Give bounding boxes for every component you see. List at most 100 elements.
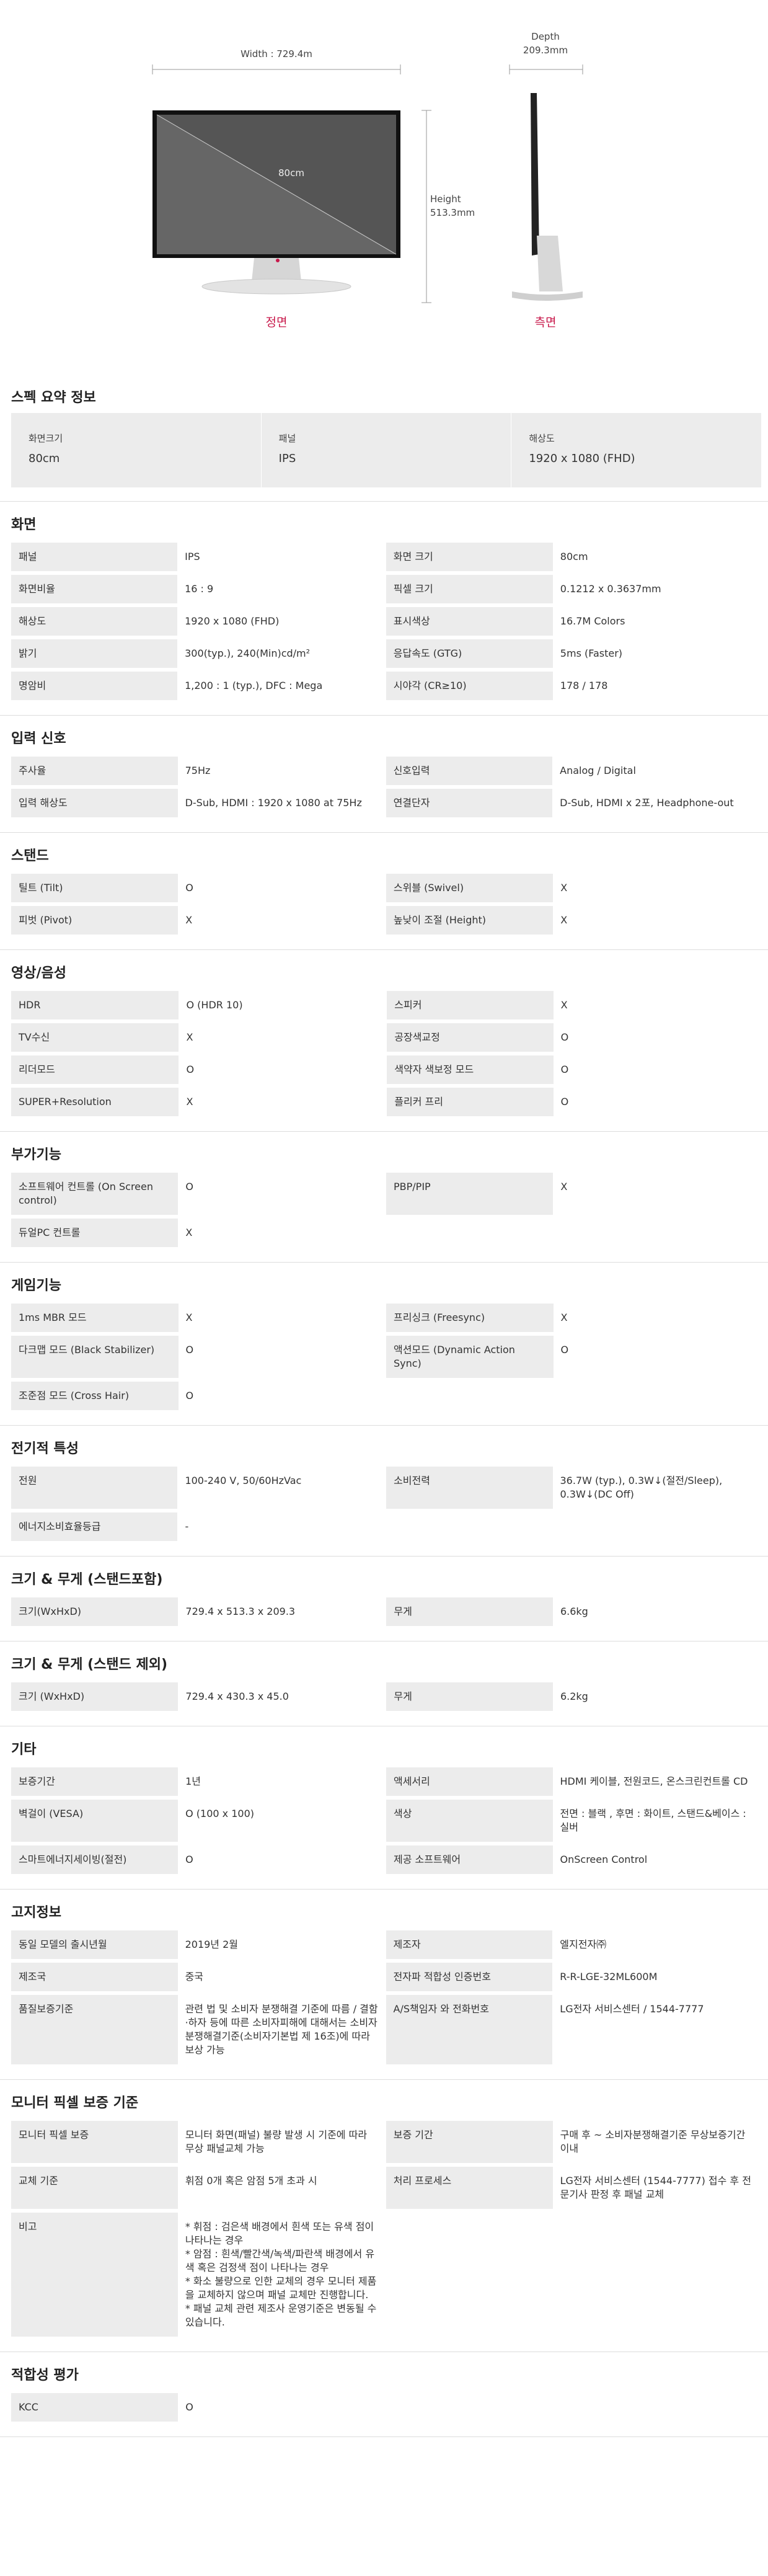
spec-key: 리더모드: [11, 1055, 179, 1084]
spec-value: X: [179, 1088, 387, 1116]
spec-key: 교체 기준: [11, 2167, 178, 2209]
spec-table: 보증기간 1년 액세서리 HDMI 케이블, 전원코드, 온스크린컨트롤 CD 벽걸이 …: [11, 1764, 761, 1878]
spec-key: 보증기간: [11, 1767, 179, 1796]
spec-key: 신호입력: [386, 757, 553, 785]
spec-page: Width : 729.4m Depth 209.3mm 80cm Height…: [0, 0, 768, 2576]
table-row: 듀얼PC 컨트롤 X: [11, 1219, 761, 1247]
spec-value: OnScreen Control: [552, 1845, 761, 1874]
spec-value: D-Sub, HDMI x 2포, Headphone-out: [552, 789, 761, 817]
spec-key: TV수신: [11, 1023, 179, 1052]
spec-value: O: [553, 1023, 761, 1052]
spec-value: 300(typ.), 240(Min)cd/m²: [177, 639, 386, 668]
spec-key: 입력 해상도: [11, 789, 178, 817]
spec-key: 다크맵 모드 (Black Stabilizer): [11, 1336, 179, 1378]
table-row: 동일 모델의 출시년월 2019년 2월 제조자 엘지전자㈜: [11, 1930, 761, 1959]
spec-value: O (HDR 10): [179, 991, 387, 1019]
spec-value: 6.6kg: [552, 1597, 761, 1626]
spec-key: 표시색상: [386, 607, 553, 636]
section-title: 영상/음성: [11, 966, 66, 981]
spec-value: -: [177, 1512, 387, 1541]
spec-key: HDR: [11, 991, 179, 1019]
spec-key: 밝기: [11, 639, 178, 668]
spec-key: A/S책임자 와 전화번호: [386, 1995, 553, 2064]
spec-value: 휘점 0개 혹은 암점 5개 초과 시: [177, 2167, 386, 2209]
section-title: 스탠드: [11, 848, 49, 864]
table-row: 크기(WxHxD) 729.4 x 513.3 x 209.3 무게 6.6kg: [11, 1597, 761, 1626]
spec-table: HDR O (HDR 10) 스피커 X TV수신 X 공장색교정 O 리더모드 O 색약자 색보정…: [11, 987, 761, 1120]
table-row: 소프트웨어 컨트롤 (On Screen control) O PBP/PIP X: [11, 1173, 761, 1215]
spec-value: 모니터 화면(패널) 불량 발생 시 기준에 따라 무상 패널교체 가능: [177, 2121, 386, 2163]
spec-key: 픽셀 크기: [386, 575, 553, 603]
table-row: TV수신 X 공장색교정 O: [11, 1023, 761, 1052]
monitor-dimension-drawing: [152, 64, 583, 303]
spec-value: [552, 2213, 761, 2337]
summary-title: 스펙 요약 정보: [11, 390, 96, 406]
spec-key: [386, 2213, 553, 2337]
spec-key: 스피커: [387, 991, 554, 1019]
summary-item: 해상도 1920 x 1080 (FHD): [511, 413, 761, 487]
spec-table: 소프트웨어 컨트롤 (On Screen control) O PBP/PIP X 듀얼…: [11, 1169, 761, 1251]
depth-label: Depth: [531, 31, 560, 42]
spec-key: 제조국: [11, 1963, 178, 1991]
spec-value: 1920 x 1080 (FHD): [177, 607, 386, 636]
table-row: 품질보증기준 관련 법 및 소비자 분쟁해결 기준에 따름 / 결함·하자 등에 …: [11, 1995, 761, 2064]
spec-key: 제공 소프트웨어: [386, 1845, 553, 1874]
section-title: 기타: [11, 1742, 37, 1757]
spec-key: 크기 (WxHxD): [11, 1682, 179, 1711]
section-title: 고지정보: [11, 1905, 61, 1921]
spec-key: 품질보증기준: [11, 1995, 178, 2064]
spec-section: 부가기능 소프트웨어 컨트롤 (On Screen control) O PBP/PI…: [0, 1132, 768, 1263]
spec-section: 스탠드 틸트 (Tilt) O 스위블 (Swivel) X 피벗 (Pivot) X 높낮이…: [0, 833, 768, 950]
spec-key: 처리 프로세스: [386, 2167, 553, 2209]
spec-value: X: [553, 1304, 761, 1332]
section-title: 크기 & 무게 (스탠드 제외): [11, 1657, 168, 1672]
spec-key: 제조자: [386, 1930, 553, 1959]
spec-value: 729.4 x 513.3 x 209.3: [178, 1597, 387, 1626]
spec-value: HDMI 케이블, 전원코드, 온스크린컨트롤 CD: [552, 1767, 761, 1796]
spec-value: X: [178, 1304, 386, 1332]
spec-key: 동일 모델의 출시년월: [11, 1930, 178, 1959]
spec-value: 2019년 2월: [177, 1930, 386, 1959]
spec-key: 화면비율: [11, 575, 178, 603]
spec-key: SUPER+Resolution: [11, 1088, 179, 1116]
spec-key: 벽걸이 (VESA): [11, 1800, 179, 1842]
table-row: 벽걸이 (VESA) O (100 x 100) 색상 전면 : 블랙 , 후면 : …: [11, 1800, 761, 1842]
spec-value: O: [178, 874, 386, 902]
spec-key: PBP/PIP: [386, 1173, 554, 1215]
spec-value: D-Sub, HDMI : 1920 x 1080 at 75Hz: [177, 789, 386, 817]
spec-value: O: [553, 1088, 761, 1116]
spec-key: 소비전력: [386, 1467, 553, 1509]
spec-value: 16 : 9: [177, 575, 386, 603]
height-label: Height: [430, 193, 461, 205]
summary-value: 1920 x 1080 (FHD): [529, 452, 635, 465]
table-row: 틸트 (Tilt) O 스위블 (Swivel) X: [11, 874, 761, 902]
spec-key: 비고: [11, 2213, 178, 2337]
table-row: 다크맵 모드 (Black Stabilizer) O 액션모드 (Dynamic …: [11, 1336, 761, 1378]
summary-box: 화면크기 80cm 패널 IPS 해상도 1920 x 1080 (FHD): [11, 413, 761, 487]
spec-table: 크기(WxHxD) 729.4 x 513.3 x 209.3 무게 6.6kg: [11, 1594, 761, 1630]
spec-table: 주사율 75Hz 신호입력 Analog / Digital 입력 해상도 D-Sub, …: [11, 753, 761, 821]
spec-value: X: [553, 874, 761, 902]
spec-sections: 스펙 요약 정보 화면크기 80cm 패널 IPS 해상도 1920 x 108…: [0, 372, 768, 2437]
spec-key: 액세서리: [386, 1767, 553, 1796]
spec-key: 전원: [11, 1467, 178, 1509]
spec-value: O: [178, 1173, 387, 1215]
spec-value: O: [179, 1055, 387, 1084]
front-view-caption: 정면: [265, 316, 288, 329]
spec-key: 피벗 (Pivot): [11, 906, 179, 935]
table-row: HDR O (HDR 10) 스피커 X: [11, 991, 761, 1019]
product-dimension-illustration: Width : 729.4m Depth 209.3mm 80cm Height…: [0, 0, 768, 372]
spec-table: 1ms MBR 모드 X 프리싱크 (Freesync) X 다크맵 모드 (Black…: [11, 1300, 761, 1414]
spec-value: X: [178, 1219, 387, 1247]
spec-section: 적합성 평가 KCC O: [0, 2352, 768, 2437]
spec-key: 보증 기간: [386, 2121, 553, 2163]
spec-value: X: [178, 906, 386, 935]
table-row: 명암비 1,200 : 1 (typ.), DFC : Mega 시야각 (CR≥1…: [11, 672, 761, 700]
spec-key: 스위블 (Swivel): [386, 874, 554, 902]
spec-value: 엘지전자㈜: [552, 1930, 761, 1959]
spec-value: 관련 법 및 소비자 분쟁해결 기준에 따름 / 결함·하자 등에 따른 소비자…: [177, 1995, 386, 2064]
height-value: 513.3mm: [430, 207, 475, 218]
table-row: 밝기 300(typ.), 240(Min)cd/m² 응답속도 (GTG) 5ms …: [11, 639, 761, 668]
spec-key: 틸트 (Tilt): [11, 874, 179, 902]
table-row: 주사율 75Hz 신호입력 Analog / Digital: [11, 757, 761, 785]
